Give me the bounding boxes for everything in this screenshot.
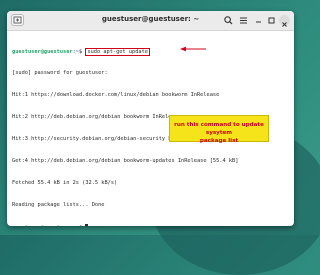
maximize-icon[interactable] [266, 15, 277, 26]
output-line: Get:4 http://deb.debian.org/debian bookw… [12, 158, 239, 165]
close-button[interactable] [279, 15, 290, 27]
hamburger-menu-icon[interactable] [238, 15, 249, 26]
text-cursor [85, 223, 89, 226]
close-icon [282, 22, 287, 27]
minimize-icon[interactable] [253, 15, 264, 26]
prompt-user: guestuser@guestuser [12, 225, 73, 226]
title-bar: guestuser@guestuser: ~ [7, 11, 294, 31]
command-line: guestuser@guestuser:~$ sudo apt-get upda… [12, 47, 290, 56]
annotation-line-1: run this command to update sysytem [174, 122, 264, 136]
annotation-arrow [180, 46, 206, 52]
prompt-user: guestuser@guestuser [12, 48, 73, 55]
output-line: Reading package lists... Done [12, 201, 105, 208]
window-title: guestuser@guestuser: ~ [101, 15, 200, 23]
terminal-window: guestuser@guestuser: ~ guestuser@guestus… [7, 11, 294, 226]
output-line: Fetched 55.4 kB in 2s (32.5 kB/s) [12, 179, 118, 186]
annotation-callout: run this command to update sysytem packa… [169, 115, 269, 144]
output-line: Hit:1 https://download.docker.com/linux/… [12, 92, 220, 99]
search-icon[interactable] [223, 15, 234, 26]
annotation-line-2: package list [199, 138, 239, 144]
highlighted-command: sudo apt-get update [85, 47, 150, 56]
output-line: [sudo] password for guestuser: [12, 70, 108, 77]
prompt-line: guestuser@guestuser:~$ [12, 223, 290, 226]
